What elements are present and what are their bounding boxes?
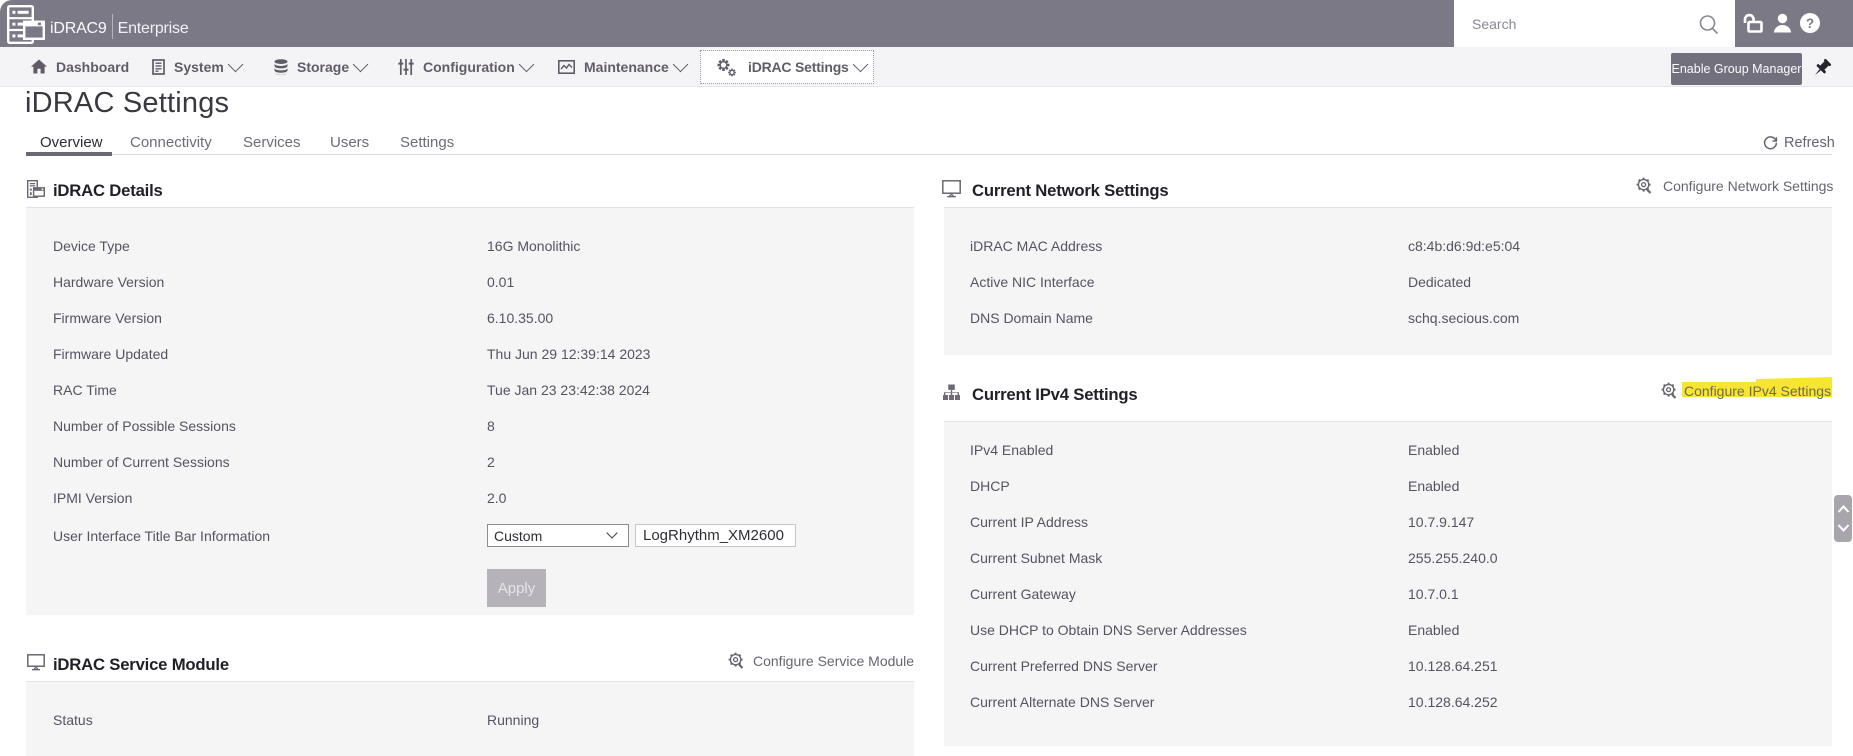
svg-text:?: ? [1806, 16, 1814, 31]
